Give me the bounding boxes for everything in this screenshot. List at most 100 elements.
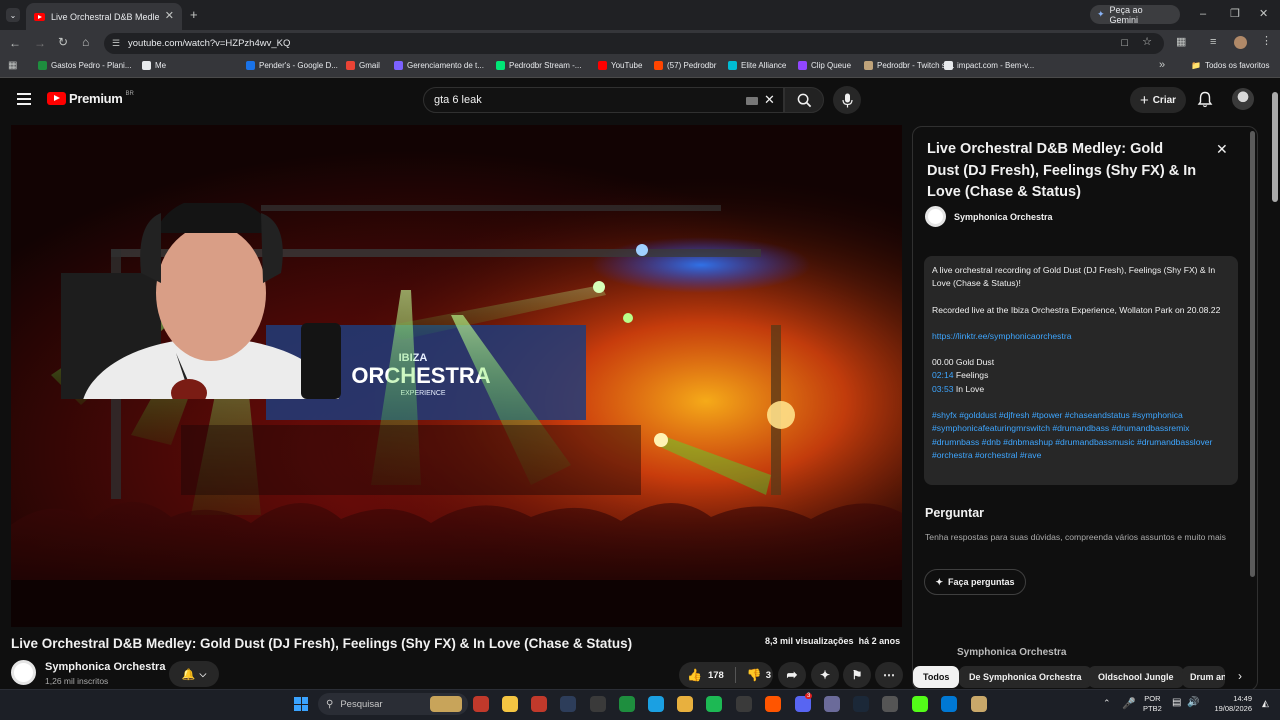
ask-questions-button[interactable]: ✦ Faça perguntas	[924, 569, 1026, 595]
search-input[interactable]: gta 6 leak ✕	[423, 87, 784, 113]
share-button[interactable]: ➦	[778, 662, 806, 688]
close-panel-icon[interactable]: ✕	[1216, 141, 1228, 158]
close-window-icon[interactable]: ✕	[1259, 9, 1268, 20]
bookmark-item[interactable]: Me	[142, 61, 166, 70]
network-icon[interactable]: ▤	[1172, 697, 1181, 708]
chip-oldschool-jungle[interactable]: Oldschool Jungle	[1088, 666, 1184, 688]
more-actions-button[interactable]: ⋯	[875, 662, 903, 688]
bookmark-item[interactable]: Pedrodbr - Twitch st...	[864, 61, 955, 70]
restore-icon[interactable]: ❐	[1230, 9, 1240, 20]
bookmark-item[interactable]: Gastos Pedro - Plani...	[38, 61, 131, 70]
reading-list-icon[interactable]: ≡	[1210, 37, 1216, 48]
spotify-icon[interactable]	[706, 696, 722, 712]
edge-icon[interactable]	[648, 696, 664, 712]
chip-from-channel[interactable]: De Symphonica Orchestra	[959, 666, 1092, 688]
browser-tab-active[interactable]: Live Orchestral D&B Medley: Gold ✕	[26, 3, 182, 30]
windows-start-icon[interactable]	[294, 697, 308, 711]
search-button[interactable]	[784, 87, 824, 113]
gemini-button[interactable]: ✦ Peça ao Gemini	[1090, 5, 1180, 25]
steam-icon[interactable]	[853, 696, 869, 712]
soundcloud-icon[interactable]	[765, 696, 781, 712]
more-bookmarks-icon[interactable]: »	[1159, 60, 1165, 71]
close-tab-icon[interactable]: ✕	[165, 11, 174, 22]
chip-drum-and-bass[interactable]: Drum an	[1182, 666, 1225, 688]
bookmark-star-icon[interactable]: ☆	[1142, 37, 1152, 48]
create-button[interactable]: + Criar	[1130, 87, 1186, 113]
bookmark-item[interactable]: Gerenciamento de t...	[394, 61, 484, 70]
input-language-indicator[interactable]: POR PTB2	[1143, 694, 1162, 714]
more-menu-icon[interactable]: ⋮	[1261, 36, 1272, 47]
obs-icon[interactable]	[590, 696, 606, 712]
bookmark-favicon-icon	[798, 61, 807, 70]
mic-tray-icon[interactable]: 🎤	[1122, 697, 1136, 710]
bookmark-item[interactable]: (57) Pedrodbr	[654, 61, 716, 70]
volume-icon[interactable]: 🔊	[1187, 697, 1199, 708]
bookmark-favicon-icon	[38, 61, 47, 70]
terminal-app-icon[interactable]	[560, 696, 576, 712]
app-icon[interactable]	[824, 696, 840, 712]
youtube-logo[interactable]: Premium BR	[47, 91, 134, 106]
app-icon[interactable]	[971, 696, 987, 712]
subscribed-bell-button[interactable]: 🔔 ⌵	[169, 661, 219, 687]
panel-channel-name[interactable]: Symphonica Orchestra	[954, 212, 1053, 222]
voice-search-button[interactable]	[833, 86, 861, 114]
back-icon[interactable]: ←	[9, 37, 21, 49]
chip-all[interactable]: Todos	[913, 666, 960, 688]
apps-grid-icon[interactable]: ▦	[8, 61, 17, 71]
timestamp-link[interactable]: 03:53	[932, 384, 954, 394]
account-avatar[interactable]	[1232, 88, 1254, 110]
channel-name[interactable]: Symphonica Orchestra	[45, 661, 165, 673]
taskbar-search[interactable]: ⚲ Pesquisar	[318, 693, 468, 715]
forward-icon[interactable]: →	[34, 37, 46, 49]
chrome-icon[interactable]	[677, 696, 693, 712]
ask-ai-button[interactable]: ✦	[811, 662, 839, 688]
bookmark-item[interactable]: Clip Queue	[798, 61, 851, 70]
panel-scrollbar[interactable]	[1250, 131, 1255, 577]
profile-avatar[interactable]	[1234, 36, 1247, 49]
xbox-app-icon[interactable]	[619, 696, 635, 712]
chips-next-icon[interactable]: ›	[1238, 669, 1242, 683]
bookmark-icon: ⚑	[851, 668, 863, 682]
video-player[interactable]: IBIZA ORCHESTRA EXPERIENCE	[11, 125, 902, 627]
notifications-bell-icon[interactable]	[1197, 91, 1213, 108]
linktree-link[interactable]: https://linktr.ee/symphonicaorchestra	[932, 330, 1230, 343]
tab-search-button[interactable]: ⌄	[6, 8, 20, 22]
hamburger-menu-icon[interactable]	[17, 93, 31, 105]
bookmark-item[interactable]: impact.com - Bem-v...	[944, 61, 1034, 70]
keyboard-icon[interactable]	[746, 97, 758, 105]
bookmark-item[interactable]: Pender's - Google D...	[246, 61, 338, 70]
reload-icon[interactable]: ↻	[58, 36, 68, 48]
bookmark-item[interactable]: YouTube	[598, 61, 642, 70]
kick-icon[interactable]	[912, 696, 928, 712]
app-icon[interactable]	[941, 696, 957, 712]
bookmark-item[interactable]: Gmail	[346, 61, 380, 70]
file-explorer-icon[interactable]	[502, 696, 518, 712]
home-icon[interactable]: ⌂	[82, 36, 89, 48]
new-tab-icon[interactable]: +	[190, 8, 198, 21]
address-bar[interactable]: ☰ youtube.com/watch?v=HZPzh4wv_KQ □ ☆	[104, 33, 1164, 54]
site-info-icon[interactable]: ☰	[112, 38, 120, 49]
bookmark-item[interactable]: Pedrodbr Stream -...	[496, 61, 581, 70]
bookmark-item[interactable]: Elite Alliance	[728, 61, 786, 70]
news-app-icon[interactable]	[473, 696, 489, 712]
like-button[interactable]: 👍 178	[687, 668, 724, 682]
show-hidden-icons-icon[interactable]: ⌃	[1103, 698, 1111, 709]
panel-channel-avatar[interactable]	[925, 206, 946, 227]
app-icon[interactable]	[882, 696, 898, 712]
minimize-icon[interactable]: –	[1200, 9, 1206, 20]
all-favorites-folder[interactable]: 📁 Todos os favoritos	[1191, 61, 1269, 70]
extensions-icon[interactable]: ▦	[1176, 37, 1186, 48]
clock[interactable]: 14:49 19/08/2026	[1208, 694, 1252, 714]
channel-avatar[interactable]	[11, 660, 36, 685]
page-scrollbar-thumb[interactable]	[1272, 92, 1278, 202]
install-app-icon[interactable]: □	[1121, 38, 1128, 49]
save-button[interactable]: ⚑	[843, 662, 871, 688]
notification-center-icon[interactable]: ◭	[1262, 698, 1269, 709]
clear-search-icon[interactable]: ✕	[764, 92, 775, 108]
hashtags[interactable]: #shyfx #golddust #djfresh #tpower #chase…	[932, 409, 1230, 462]
dislike-button[interactable]: 👎 3	[747, 668, 771, 682]
timestamp-link[interactable]: 02:14	[932, 370, 954, 380]
app-icon[interactable]	[736, 696, 752, 712]
filezilla-icon[interactable]	[531, 696, 547, 712]
track-name: In Love	[955, 383, 985, 394]
